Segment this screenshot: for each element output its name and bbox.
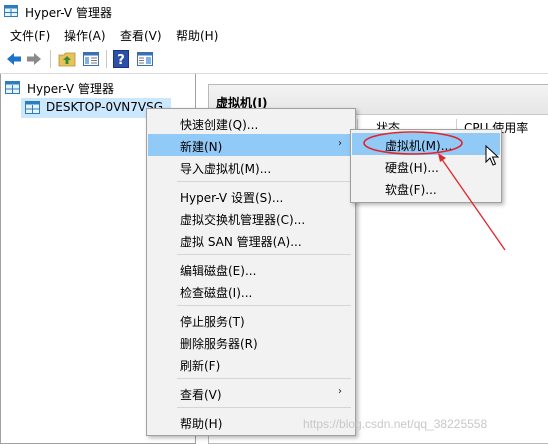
server-icon [25,101,40,114]
action-pane-icon[interactable] [136,50,154,68]
menu-item-new[interactable]: 新建(N) › [148,134,354,156]
submenu-item-floppy-disk[interactable]: 软盘(F)... [352,177,500,199]
window-title: Hyper-V 管理器 [25,6,112,20]
menu-item-label: 虚拟 SAN 管理器(A)... [180,235,302,249]
menu-help[interactable]: 帮助(H) [176,27,218,44]
menu-view[interactable]: 查看(V) [120,27,162,44]
menu-item-stop-service[interactable]: 停止服务(T) [148,309,354,331]
menu-item-label: 虚拟交换机管理器(C)... [180,213,306,227]
hyperv-app-icon [4,5,18,17]
menu-item-remove-server[interactable]: 删除服务器(R) [148,331,354,353]
menu-item-refresh[interactable]: 刷新(F) [148,353,354,375]
submenu-arrow-icon: › [338,386,342,397]
menu-separator [177,378,351,379]
submenu-item-virtual-machine[interactable]: 虚拟机(M)... [352,133,500,155]
menu-item-label: 停止服务(T) [180,315,245,329]
menu-item-label: 新建(N) [180,140,223,154]
menu-item-inspect-disk[interactable]: 检查磁盘(I)... [148,280,354,302]
menu-item-label: 编辑磁盘(E)... [180,264,257,278]
submenu-item-label: 硬盘(H)... [385,161,439,175]
context-menu: 快速创建(Q)... 新建(N) › 导入虚拟机(M)... Hyper-V 设置… [146,108,356,436]
folder-up-icon[interactable] [58,50,76,68]
submenu-item-label: 虚拟机(M)... [385,139,453,153]
submenu-item-label: 软盘(F)... [385,183,437,197]
menu-item-edit-disk[interactable]: 编辑磁盘(E)... [148,258,354,280]
back-arrow-icon[interactable] [5,50,23,68]
menu-separator [177,181,351,182]
menu-item-label: Hyper-V 设置(S)... [180,191,284,205]
menu-item-virtual-san-manager[interactable]: 虚拟 SAN 管理器(A)... [148,229,354,251]
menu-item-label: 删除服务器(R) [180,337,258,351]
menu-item-view[interactable]: 查看(V) › [148,382,354,404]
title-bar: Hyper-V 管理器 [0,0,548,24]
new-submenu: 虚拟机(M)... 硬盘(H)... 软盘(F)... [350,129,502,203]
toolbar-separator [50,50,51,68]
menu-item-label: 查看(V) [180,388,222,402]
menu-separator [177,407,351,408]
help-icon[interactable]: ? [113,50,129,68]
hyperv-manager-icon [5,81,20,94]
submenu-arrow-icon: › [338,138,342,149]
menu-separator [177,305,351,306]
menu-item-label: 帮助(H) [180,417,223,431]
menu-bar: 文件(F) 操作(A) 查看(V) 帮助(H) [0,24,548,44]
toolbar-separator [106,50,107,68]
forward-arrow-icon[interactable] [25,50,43,68]
menu-separator [177,254,351,255]
menu-item-label: 检查磁盘(I)... [180,286,253,300]
menu-item-label: 刷新(F) [180,359,221,373]
menu-file[interactable]: 文件(F) [10,27,50,44]
menu-item-hyperv-settings[interactable]: Hyper-V 设置(S)... [148,185,354,207]
toolbar: ? [0,44,548,74]
tree-root-label: Hyper-V 管理器 [27,82,114,96]
menu-item-virtual-switch-manager[interactable]: 虚拟交换机管理器(C)... [148,207,354,229]
menu-item-quick-create[interactable]: 快速创建(Q)... [148,112,354,134]
menu-item-label: 导入虚拟机(M)... [180,162,272,176]
submenu-item-hard-disk[interactable]: 硬盘(H)... [352,155,500,177]
svg-text:?: ? [117,53,125,68]
show-hide-tree-icon[interactable] [82,50,100,68]
menu-action[interactable]: 操作(A) [64,27,106,44]
menu-item-label: 快速创建(Q)... [180,118,259,132]
watermark: https://blog.csdn.net/qq_38225558 [303,417,488,431]
menu-item-import-vm[interactable]: 导入虚拟机(M)... [148,156,354,178]
